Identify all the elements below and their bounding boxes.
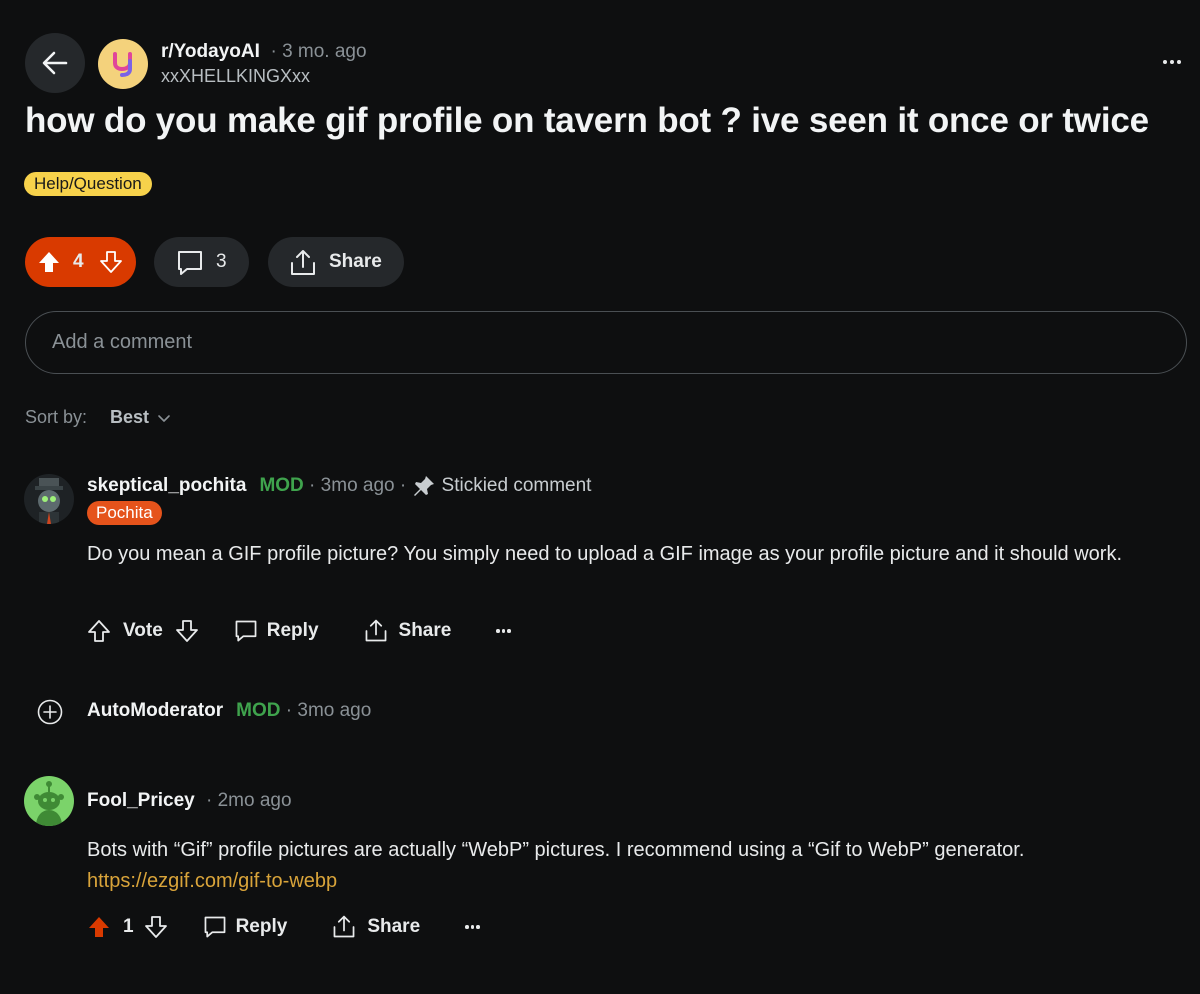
share-icon [365, 619, 386, 642]
chevron-down-icon [158, 414, 170, 422]
reply-label: Reply [235, 916, 288, 937]
reply-button[interactable]: Reply [202, 914, 288, 940]
expand-thread-button[interactable] [37, 699, 63, 730]
meta-separator: · [280, 700, 298, 721]
meta-separator: · [303, 475, 321, 496]
more-options-button[interactable] [496, 629, 511, 633]
share-label: Share [329, 251, 382, 272]
add-comment-input[interactable]: Add a comment [25, 311, 1187, 374]
comment-icon [178, 251, 202, 275]
share-button[interactable]: Share [268, 237, 404, 287]
upvote-icon[interactable] [87, 619, 111, 643]
stickied-label: Stickied comment [441, 475, 592, 496]
downvote-icon[interactable] [175, 619, 199, 643]
back-button[interactable] [25, 33, 85, 93]
share-icon [333, 915, 355, 938]
post-author[interactable]: xxXHELLKINGXxx [161, 66, 310, 87]
post-vote-group: 4 [25, 237, 136, 287]
comment-icon [235, 620, 257, 642]
post-title: how do you make gif profile on tavern bo… [25, 101, 1149, 140]
sort-label: Sort by: [25, 407, 88, 427]
comment-time: 2mo ago [217, 790, 292, 811]
comment-author[interactable]: Fool_Pricey [87, 790, 195, 812]
comment-actions: 1 Reply Share [87, 912, 480, 942]
pin-icon [413, 476, 434, 496]
user-flair: Pochita [87, 501, 162, 525]
comment-link[interactable]: https://ezgif.com/gif-to-webp [87, 866, 1187, 897]
meta-separator: · [200, 790, 218, 811]
comment-author[interactable]: skeptical_pochita [87, 475, 246, 497]
upvote-filled-icon[interactable] [87, 915, 111, 939]
mod-badge: MOD [236, 700, 281, 721]
back-arrow-icon [42, 51, 68, 75]
comment-actions: Vote Reply Share [87, 616, 511, 646]
more-options-button[interactable] [465, 925, 480, 929]
post-flair[interactable]: Help/Question [24, 172, 152, 196]
more-icon [496, 629, 500, 633]
share-icon [291, 250, 315, 275]
comment-icon [204, 916, 225, 938]
comment-time: 3mo ago [320, 475, 395, 496]
more-icon [1163, 60, 1167, 64]
comment-author[interactable]: AutoModerator [87, 700, 223, 722]
share-label: Share [398, 620, 452, 641]
comment-score: 1 [123, 916, 134, 937]
sort-control[interactable]: Sort by: Best [25, 407, 171, 428]
comment-meta: AutoModerator MOD · 3mo ago [87, 700, 371, 722]
reply-label: Reply [266, 620, 319, 641]
comment-body: Do you mean a GIF profile picture? You s… [87, 543, 1122, 565]
meta-separator: · [394, 475, 412, 496]
comment-time: 3mo ago [297, 700, 372, 721]
share-button[interactable]: Share [331, 914, 420, 940]
avatar[interactable] [24, 474, 74, 524]
more-icon [465, 925, 469, 929]
avatar[interactable] [24, 776, 74, 826]
comments-button[interactable]: 3 [154, 237, 249, 287]
share-button[interactable]: Share [363, 618, 452, 644]
comment-meta: Fool_Pricey · 2mo ago [87, 790, 292, 812]
meta-separator: · [265, 41, 283, 62]
subreddit-name[interactable]: r/YodayoAI [161, 41, 260, 62]
vote-label: Vote [123, 620, 163, 641]
plus-circle-icon [37, 699, 63, 725]
pochita-avatar-icon [35, 478, 63, 524]
mod-badge: MOD [259, 475, 304, 496]
comment-text: Bots with “Gif” profile pictures are act… [87, 839, 1025, 861]
post-age: 3 mo. ago [282, 41, 367, 62]
downvote-icon[interactable] [99, 250, 123, 274]
yodayo-logo-icon [113, 52, 132, 77]
comment-placeholder: Add a comment [52, 331, 193, 353]
upvote-filled-icon[interactable] [37, 250, 61, 274]
share-label: Share [367, 916, 421, 937]
downvote-icon[interactable] [144, 915, 168, 939]
reply-button[interactable]: Reply [233, 618, 319, 644]
comment-body: Bots with “Gif” profile pictures are act… [87, 835, 1187, 897]
sort-value: Best [110, 407, 150, 427]
post-score: 4 [73, 251, 84, 272]
snoo-avatar-icon [34, 781, 64, 826]
subreddit-avatar[interactable] [98, 39, 148, 89]
comment-count: 3 [216, 251, 227, 272]
comment-meta: skeptical_pochita MOD · 3mo ago · Sticki… [87, 474, 591, 498]
post-meta: r/YodayoAI · 3 mo. ago [161, 41, 367, 63]
more-options-button[interactable] [1158, 50, 1186, 74]
